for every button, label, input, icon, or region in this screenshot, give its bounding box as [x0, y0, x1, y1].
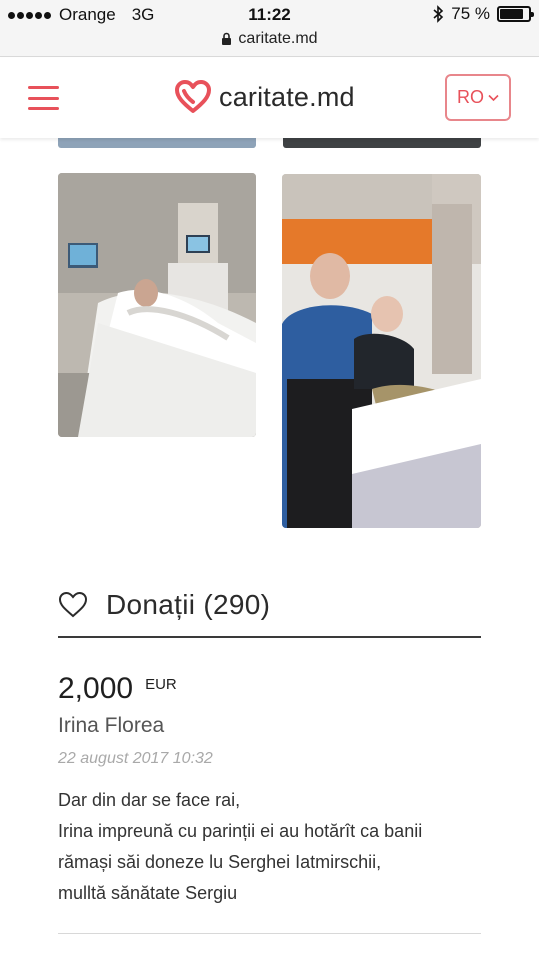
logo-text: caritate.md — [219, 81, 355, 112]
url-text: caritate.md — [238, 30, 318, 47]
gallery-photo-partial[interactable] — [58, 138, 256, 148]
status-bar: Orange 3G 11:22 75 % caritate.md — [0, 0, 539, 57]
battery-percent: 75 % — [451, 4, 490, 23]
donation-date: 22 august 2017 10:32 — [58, 750, 213, 767]
donations-title: Donații (290) — [106, 589, 271, 620]
heart-icon — [58, 591, 88, 618]
chevron-down-icon — [488, 94, 499, 101]
address-bar[interactable]: caritate.md — [0, 30, 539, 48]
language-selector[interactable]: RO — [445, 74, 511, 121]
heart-logo-icon — [175, 80, 211, 113]
gallery-photo-partial[interactable] — [283, 138, 481, 148]
donor-name: Irina Florea — [58, 714, 165, 737]
amount-value: 2,000 — [58, 672, 134, 705]
amount-currency: EUR — [145, 676, 177, 693]
message-line: Dar din dar se face rai, — [58, 790, 241, 810]
donation-amount: 2,000 EUR — [58, 672, 177, 706]
status-right: 75 % — [432, 4, 534, 24]
divider — [58, 933, 481, 934]
message-line: Irina impreună cu parinții ei au hotărît… — [58, 821, 423, 841]
message-line: mulltă sănătate Sergiu — [58, 883, 238, 903]
bluetooth-icon — [433, 5, 444, 23]
donations-header: Donații (290) — [58, 588, 481, 638]
menu-icon[interactable] — [28, 86, 59, 110]
father-son-photo — [282, 174, 481, 528]
site-header: caritate.md RO — [0, 58, 539, 138]
message-line: rămași săi doneze lu Serghei Iatmirschii… — [58, 852, 382, 872]
gallery-photo[interactable] — [58, 173, 256, 437]
donation-message: Dar din dar se face rai, Irina impreună … — [58, 785, 498, 909]
gallery-photo[interactable] — [282, 174, 481, 528]
hospital-bed-photo — [58, 173, 256, 437]
language-label: RO — [457, 87, 484, 107]
site-logo[interactable]: caritate.md — [175, 80, 355, 114]
lock-icon — [222, 32, 232, 45]
battery-icon — [497, 6, 534, 22]
